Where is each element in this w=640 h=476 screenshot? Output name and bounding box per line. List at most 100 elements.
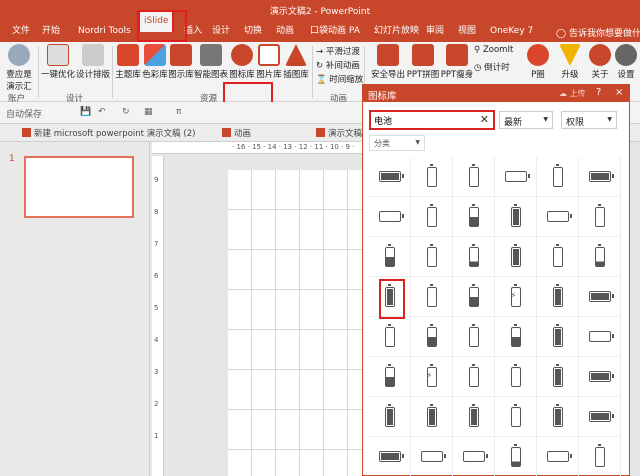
icon-grid-cell[interactable] bbox=[495, 317, 537, 357]
theme-library-button[interactable]: 主题库 bbox=[114, 44, 142, 80]
icon-grid-cell[interactable] bbox=[369, 437, 411, 476]
category-dropdown[interactable]: 分类 ▼ bbox=[369, 135, 425, 151]
autosave-toggle[interactable]: 自动保存 bbox=[6, 107, 42, 120]
clear-search-icon[interactable]: ✕ bbox=[480, 113, 489, 126]
icon-grid-cell[interactable] bbox=[369, 237, 411, 277]
settings-button[interactable]: 设置 bbox=[614, 44, 638, 80]
countdown-button[interactable]: ◷ 倒计时 bbox=[474, 61, 510, 73]
tween-animation-button[interactable]: ↻ 补间动画 bbox=[316, 59, 360, 71]
icon-grid-cell[interactable] bbox=[453, 237, 495, 277]
icon-grid-cell[interactable] bbox=[495, 197, 537, 237]
icon-grid-cell[interactable] bbox=[537, 397, 579, 437]
icon-grid-cell[interactable] bbox=[369, 277, 411, 319]
tab-slideshow[interactable]: 幻灯片放映 bbox=[370, 23, 423, 42]
present-icon[interactable]: ▦ bbox=[144, 107, 153, 117]
icon-grid-cell[interactable] bbox=[579, 197, 621, 237]
icon-grid-cell[interactable] bbox=[579, 277, 621, 317]
icon-search-input[interactable] bbox=[374, 114, 474, 127]
smooth-transition-button[interactable]: → 平滑过渡 bbox=[316, 45, 360, 57]
icon-grid-cell[interactable] bbox=[369, 397, 411, 437]
sort-dropdown[interactable]: 最新 ▼ bbox=[499, 111, 553, 129]
permission-dropdown[interactable]: 权限 ▼ bbox=[561, 111, 617, 129]
close-icon[interactable]: × bbox=[615, 87, 623, 98]
icon-grid-cell[interactable] bbox=[537, 317, 579, 357]
tab-design[interactable]: 设计 bbox=[208, 23, 234, 42]
icon-grid-cell[interactable] bbox=[537, 157, 579, 197]
doc-tab[interactable]: 新建 microsoft powerpoint 演示文稿 (2) bbox=[22, 127, 195, 139]
doc-tab[interactable]: 演示文稿2 bbox=[316, 127, 367, 139]
icon-grid-cell[interactable] bbox=[537, 437, 579, 476]
safe-export-button[interactable]: 安全导出 bbox=[368, 44, 408, 80]
illustration-library-button[interactable]: 插图库 bbox=[282, 44, 310, 80]
icon-grid-cell[interactable] bbox=[411, 197, 453, 237]
icon-grid-cell[interactable] bbox=[579, 237, 621, 277]
tab-onekey[interactable]: OneKey 7 bbox=[486, 23, 537, 42]
icon-grid-cell[interactable] bbox=[453, 437, 495, 476]
picture-library-button[interactable]: 图片库 bbox=[256, 44, 282, 80]
tab-animations[interactable]: 动画 bbox=[272, 23, 298, 42]
icon-grid-cell[interactable] bbox=[369, 357, 411, 397]
icon-grid-cell[interactable] bbox=[453, 277, 495, 317]
one-click-optimize-button[interactable]: 一键优化 bbox=[40, 44, 76, 80]
zoomit-button[interactable]: ⚲ ZoomIt bbox=[474, 45, 513, 55]
zoom-label[interactable]: π bbox=[176, 107, 181, 117]
tab-islide[interactable]: iSlide bbox=[138, 10, 175, 32]
icon-grid-cell[interactable] bbox=[495, 237, 537, 277]
layout-button[interactable]: 设计排版 bbox=[76, 44, 110, 80]
p-circle-button[interactable]: P圈 bbox=[524, 44, 552, 80]
ppt-slim-button[interactable]: PPT瘦身 bbox=[440, 44, 474, 80]
doc-tab[interactable]: 动画 bbox=[222, 127, 251, 139]
icon-library-button[interactable]: 图标库 bbox=[228, 44, 256, 80]
account-button[interactable]: 壹应是 演示汇 bbox=[2, 44, 36, 92]
icon-grid-cell[interactable] bbox=[453, 397, 495, 437]
icon-grid-cell[interactable] bbox=[537, 357, 579, 397]
icon-grid-cell[interactable] bbox=[495, 357, 537, 397]
icon-grid-cell[interactable] bbox=[369, 197, 411, 237]
icon-grid-cell[interactable] bbox=[495, 397, 537, 437]
color-library-button[interactable]: 色彩库 bbox=[142, 44, 168, 80]
icon-grid-cell[interactable] bbox=[537, 197, 579, 237]
icon-grid-cell[interactable] bbox=[369, 317, 411, 357]
smart-chart-button[interactable]: 智能图表 bbox=[194, 44, 228, 80]
icon-grid-cell[interactable] bbox=[579, 397, 621, 437]
tab-nordri-tools[interactable]: Nordri Tools bbox=[74, 23, 135, 42]
icon-grid-cell[interactable] bbox=[411, 437, 453, 476]
icon-grid-cell[interactable] bbox=[537, 277, 579, 317]
tab-transitions[interactable]: 切换 bbox=[240, 23, 266, 42]
icon-grid-cell[interactable] bbox=[453, 197, 495, 237]
tell-me-search[interactable]: ◯ 告诉我你想要做什么 bbox=[556, 26, 640, 39]
icon-grid-cell[interactable] bbox=[453, 357, 495, 397]
icon-grid-cell[interactable] bbox=[411, 357, 453, 397]
icon-grid-cell[interactable] bbox=[495, 277, 537, 317]
tab-review[interactable]: 审阅 bbox=[422, 23, 448, 42]
redo-icon[interactable]: ↻ bbox=[122, 107, 130, 117]
icon-grid-cell[interactable] bbox=[495, 437, 537, 476]
time-zoom-button[interactable]: ⌛ 时间缩放 bbox=[316, 73, 363, 85]
tab-file[interactable]: 文件 bbox=[8, 23, 34, 42]
icon-grid-cell[interactable] bbox=[579, 157, 621, 197]
upload-button[interactable]: ☁ 上传 bbox=[559, 88, 586, 99]
ppt-puzzle-button[interactable]: PPT拼图 bbox=[406, 44, 440, 80]
icon-grid-cell[interactable] bbox=[411, 397, 453, 437]
tab-pocket-animation[interactable]: 口袋动画 PA bbox=[306, 23, 364, 42]
icon-grid-cell[interactable] bbox=[495, 157, 537, 197]
undo-icon[interactable]: ↶ bbox=[98, 107, 106, 117]
icon-grid-cell[interactable] bbox=[579, 317, 621, 357]
icon-grid-cell[interactable] bbox=[411, 157, 453, 197]
icon-search-box[interactable]: ✕ bbox=[369, 110, 495, 130]
save-icon[interactable]: 💾 bbox=[80, 107, 91, 117]
upgrade-button[interactable]: 升级 bbox=[556, 44, 584, 80]
icon-grid-cell[interactable] bbox=[453, 157, 495, 197]
icon-grid-cell[interactable] bbox=[579, 357, 621, 397]
tab-home[interactable]: 开始 bbox=[38, 23, 64, 42]
icon-grid-cell[interactable] bbox=[411, 317, 453, 357]
icon-grid-cell[interactable] bbox=[579, 437, 621, 476]
icon-grid-cell[interactable] bbox=[411, 237, 453, 277]
diagram-library-button[interactable]: 图示库 bbox=[168, 44, 194, 80]
icon-grid-cell[interactable] bbox=[369, 157, 411, 197]
icon-grid-cell[interactable] bbox=[411, 277, 453, 317]
about-button[interactable]: 关于 bbox=[588, 44, 612, 80]
icon-grid-cell[interactable] bbox=[537, 237, 579, 277]
slide-thumbnail[interactable] bbox=[24, 156, 134, 218]
tab-view[interactable]: 视图 bbox=[454, 23, 480, 42]
